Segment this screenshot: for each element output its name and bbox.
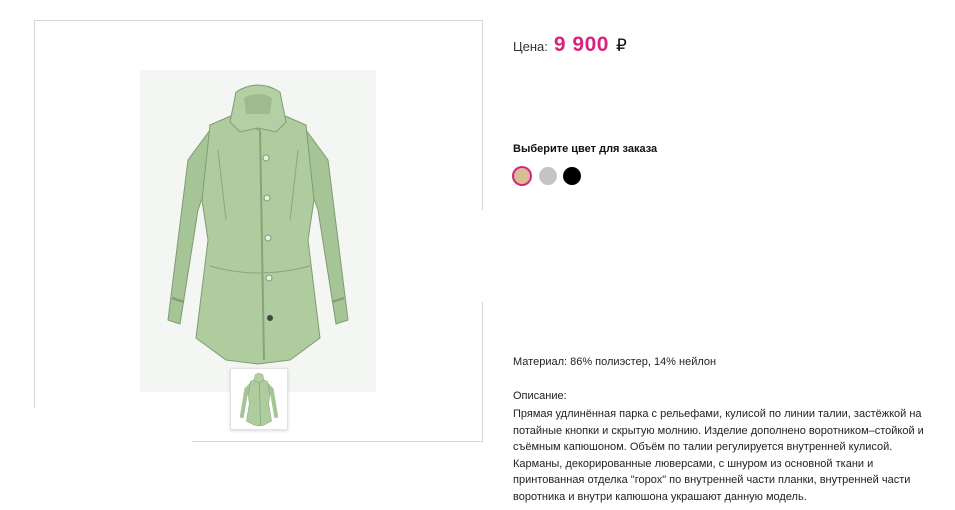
- description-label: Описание:: [513, 390, 567, 402]
- ruble-icon: ₽: [615, 36, 627, 56]
- price-label: Цена:: [513, 39, 548, 54]
- main-product-image[interactable]: [140, 70, 376, 392]
- gallery-frame-left: [34, 20, 35, 408]
- jacket-photo-thumbnail-icon: [239, 373, 279, 427]
- price-value: 9 900: [553, 33, 609, 56]
- product-thumbnail[interactable]: [230, 368, 288, 430]
- color-swatch-black[interactable]: [563, 167, 581, 185]
- material-text: Материал: 86% полиэстер, 14% нейлон: [513, 356, 717, 368]
- gallery-frame-right: [482, 302, 483, 442]
- price-block: Цена: 9 900 ₽: [513, 33, 627, 61]
- gallery-frame-top: [34, 20, 483, 21]
- color-swatch-beige[interactable]: [514, 168, 530, 184]
- gallery-frame-right: [482, 20, 483, 210]
- color-swatch-gray[interactable]: [539, 167, 557, 185]
- product-gallery: [0, 0, 490, 510]
- jacket-photo-icon: [167, 84, 349, 365]
- description-text: Прямая удлинённая парка с рельефами, кул…: [513, 408, 924, 503]
- color-swatches: [513, 167, 581, 185]
- gallery-frame-bottom: [192, 441, 483, 442]
- color-selector-title: Выберите цвет для заказа: [513, 143, 658, 155]
